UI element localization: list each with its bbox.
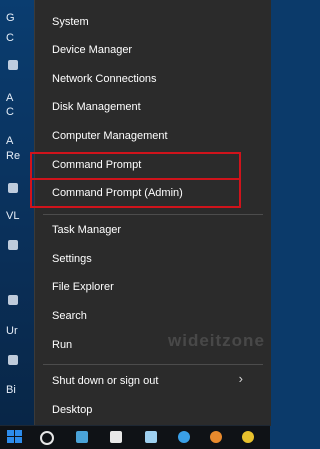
- mail-icon[interactable]: [110, 431, 122, 443]
- menu-separator: [43, 364, 263, 365]
- watermark: wideitzone: [168, 331, 265, 350]
- desktop-label: C: [6, 32, 14, 44]
- cortana-icon[interactable]: [40, 431, 54, 445]
- menu-item-network-connections[interactable]: Network Connections: [52, 67, 157, 91]
- edge-icon[interactable]: [178, 431, 190, 443]
- highlight-box-command-prompts: [30, 152, 241, 180]
- desktop-label: G: [6, 12, 15, 24]
- menu-item-file-explorer[interactable]: File Explorer: [52, 275, 114, 299]
- desktop-label: Ur: [6, 325, 18, 337]
- desktop-label: A: [6, 92, 14, 104]
- menu-item-system[interactable]: System: [52, 10, 89, 34]
- menu-item-task-manager[interactable]: Task Manager: [52, 218, 121, 242]
- power-user-menu: System Device Manager Network Connection…: [34, 0, 271, 426]
- desktop-icon[interactable]: [8, 183, 18, 193]
- menu-item-device-manager[interactable]: Device Manager: [52, 38, 132, 62]
- menu-item-search[interactable]: Search: [52, 304, 87, 328]
- store-icon[interactable]: [145, 431, 157, 443]
- desktop-icon[interactable]: [8, 295, 18, 305]
- chevron-right-icon: ›: [238, 371, 243, 386]
- desktop-background: G C A C A Re VL Ur Bi: [0, 0, 34, 426]
- desktop-label: A: [6, 135, 14, 147]
- menu-item-disk-management[interactable]: Disk Management: [52, 95, 141, 119]
- menu-item-shut-down[interactable]: Shut down or sign out: [52, 369, 158, 393]
- start-icon[interactable]: [7, 430, 23, 445]
- menu-item-run[interactable]: Run: [52, 333, 72, 357]
- desktop-icon[interactable]: [8, 355, 18, 365]
- menu-separator: [43, 214, 263, 215]
- menu-item-settings[interactable]: Settings: [52, 247, 92, 271]
- menu-item-computer-management[interactable]: Computer Management: [52, 124, 168, 148]
- desktop-label: Re: [6, 150, 21, 162]
- taskbar: [0, 425, 270, 449]
- highlight-box-command-prompts: [30, 178, 241, 208]
- menu-item-desktop[interactable]: Desktop: [52, 398, 92, 422]
- firefox-icon[interactable]: [210, 431, 222, 443]
- desktop-label: C: [6, 106, 14, 118]
- desktop-label: VL: [6, 210, 20, 222]
- desktop-icon[interactable]: [8, 240, 18, 250]
- app-icon[interactable]: [76, 431, 88, 443]
- desktop-icon[interactable]: [8, 60, 18, 70]
- chrome-icon[interactable]: [242, 431, 254, 443]
- desktop-label: Bi: [6, 384, 16, 396]
